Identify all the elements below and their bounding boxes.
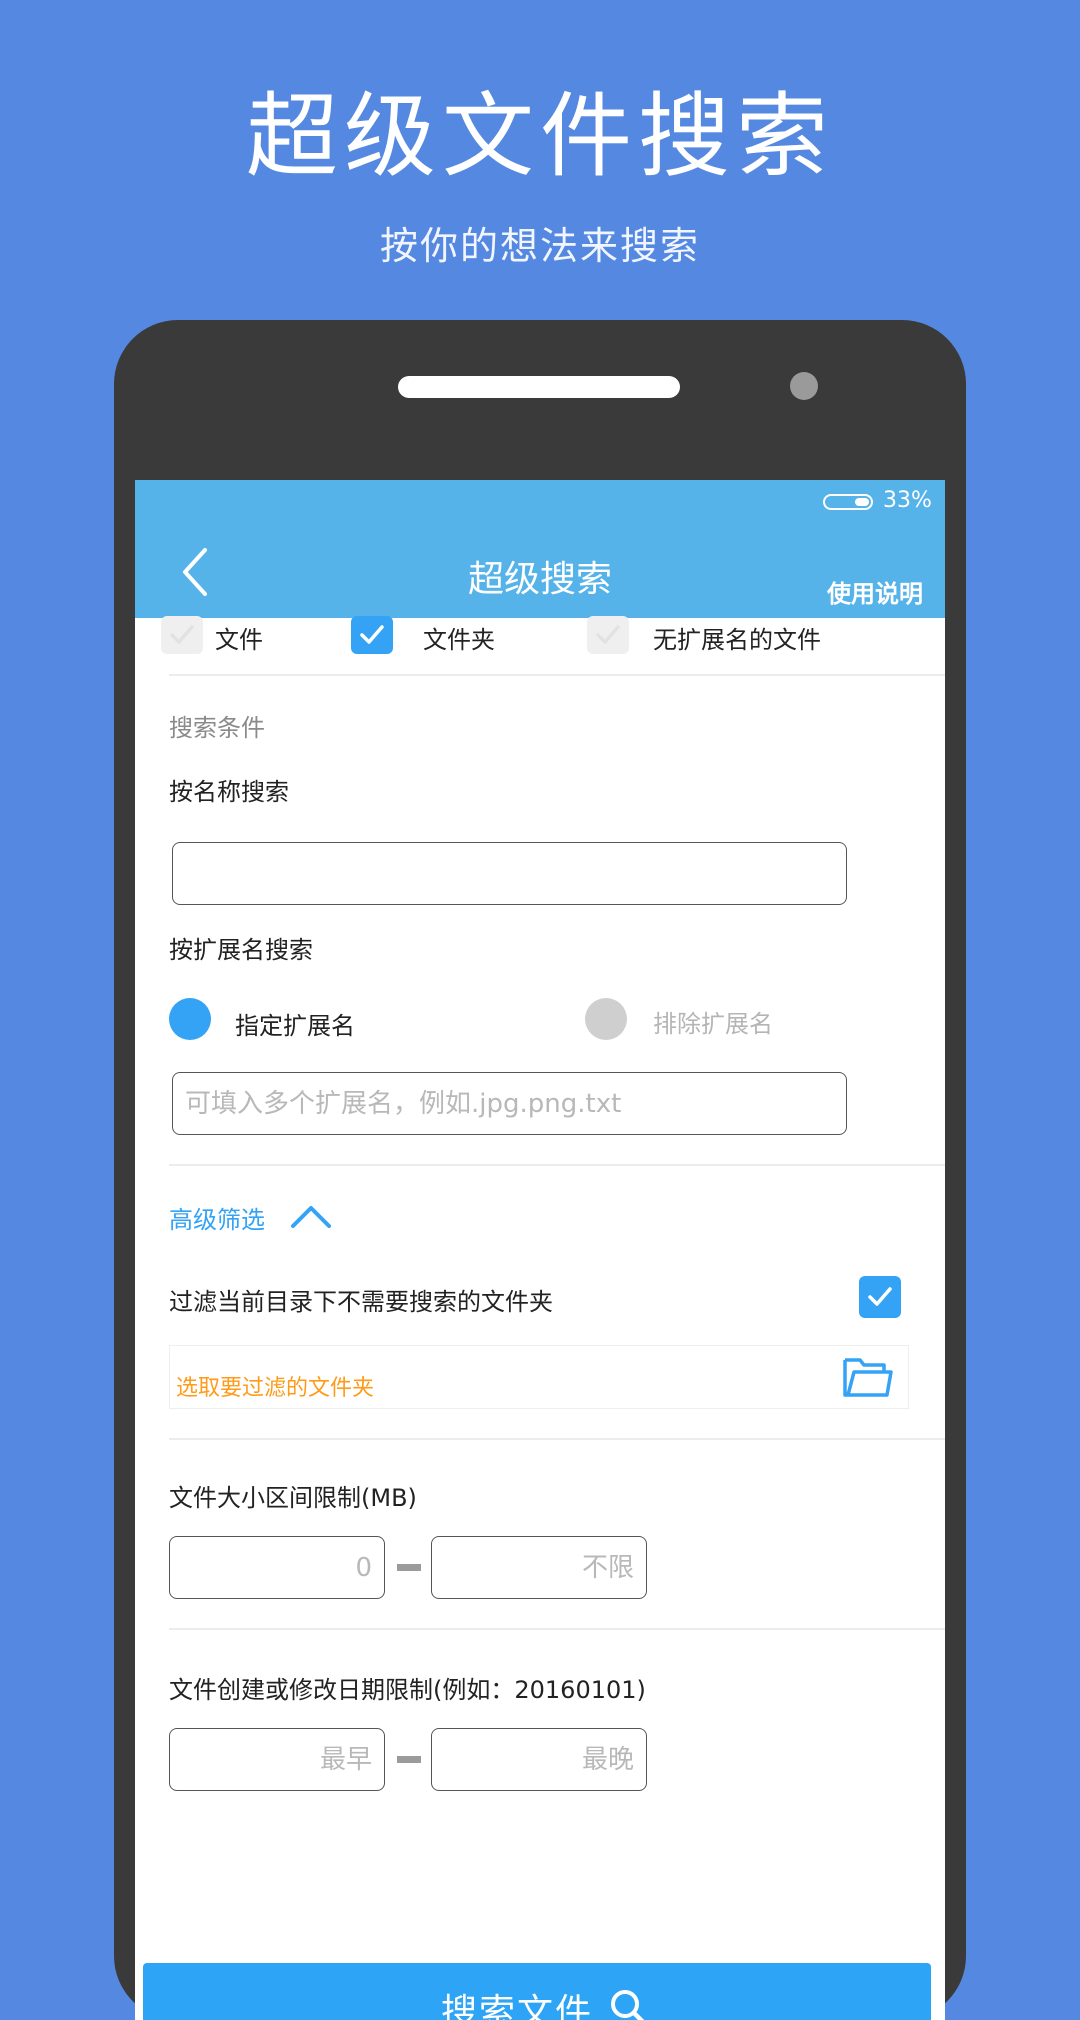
date-max-field [431,1728,647,1791]
filter-folders-checkbox[interactable] [859,1276,901,1318]
file-checkbox[interactable] [161,616,203,654]
phone-camera [790,372,818,400]
battery-icon [823,494,873,510]
status-bar: 33% [135,480,945,524]
date-min-field [169,1728,385,1791]
divider [169,674,945,676]
folder-checkbox[interactable] [351,616,393,654]
date-min-input[interactable] [170,1729,384,1790]
chevron-up-icon[interactable] [289,1198,333,1232]
date-limit-label: 文件创建或修改日期限制(例如：20160101) [169,1676,646,1704]
phone-speaker [398,376,680,398]
check-icon [868,1287,892,1306]
pick-folder-row[interactable]: 选取要过滤的文件夹 [169,1345,909,1409]
promo-headline: 超级文件搜索 [245,83,834,190]
search-files-button[interactable]: 搜索文件 [143,1963,931,2020]
size-min-input[interactable] [170,1537,384,1598]
ext-search-label: 按扩展名搜索 [169,936,313,964]
ext-exclude-label: 排除扩展名 [653,1010,773,1038]
folder-icon [843,1358,893,1397]
filter-folders-label: 过滤当前目录下不需要搜索的文件夹 [169,1288,553,1316]
divider [169,1628,945,1630]
pick-folder-label: 选取要过滤的文件夹 [176,1376,375,1401]
divider [169,1438,945,1440]
phone-frame: 33% 超级搜索 使用说明 文件 文件夹 无扩展名的文件 搜索条件 按名称搜索 … [114,320,966,2020]
ext-input[interactable] [173,1073,846,1134]
file-checkbox-label: 文件 [215,626,263,654]
name-search-label: 按名称搜索 [169,778,289,806]
app-bar: 超级搜索 使用说明 [135,524,945,618]
range-dash [397,1756,421,1763]
size-limit-label: 文件大小区间限制(MB) [169,1484,417,1512]
size-max-field [431,1536,647,1599]
search-files-label: 搜索文件 [441,1992,594,2020]
phone-screen: 33% 超级搜索 使用说明 文件 文件夹 无扩展名的文件 搜索条件 按名称搜索 … [135,480,945,2020]
folder-checkbox-label: 文件夹 [423,626,495,654]
ext-exclude-radio[interactable] [585,998,627,1040]
check-icon [360,625,384,644]
search-icon [611,1990,645,2020]
no-ext-checkbox[interactable] [587,616,629,654]
divider [169,1164,945,1166]
check-icon [170,625,194,644]
app-bar-title: 超级搜索 [467,559,612,600]
name-search-input[interactable] [173,843,846,904]
date-max-input[interactable] [432,1729,646,1790]
section-title: 搜索条件 [169,714,265,742]
size-min-field [169,1536,385,1599]
ext-include-radio[interactable] [169,998,211,1040]
search-form: 文件 文件夹 无扩展名的文件 搜索条件 按名称搜索 按扩展名搜索 指定扩展名 排… [135,616,945,2020]
advanced-filter-title[interactable]: 高级筛选 [169,1200,265,1235]
ext-include-label: 指定扩展名 [235,1012,355,1040]
check-icon [596,625,620,644]
help-link[interactable]: 使用说明 [827,574,923,609]
promo-subline: 按你的想法来搜索 [379,224,700,268]
size-max-input[interactable] [432,1537,646,1598]
name-search-field [172,842,847,905]
ext-field [172,1072,847,1135]
battery-level: 33% [883,488,932,513]
range-dash [397,1564,421,1571]
no-ext-checkbox-label: 无扩展名的文件 [653,626,821,654]
